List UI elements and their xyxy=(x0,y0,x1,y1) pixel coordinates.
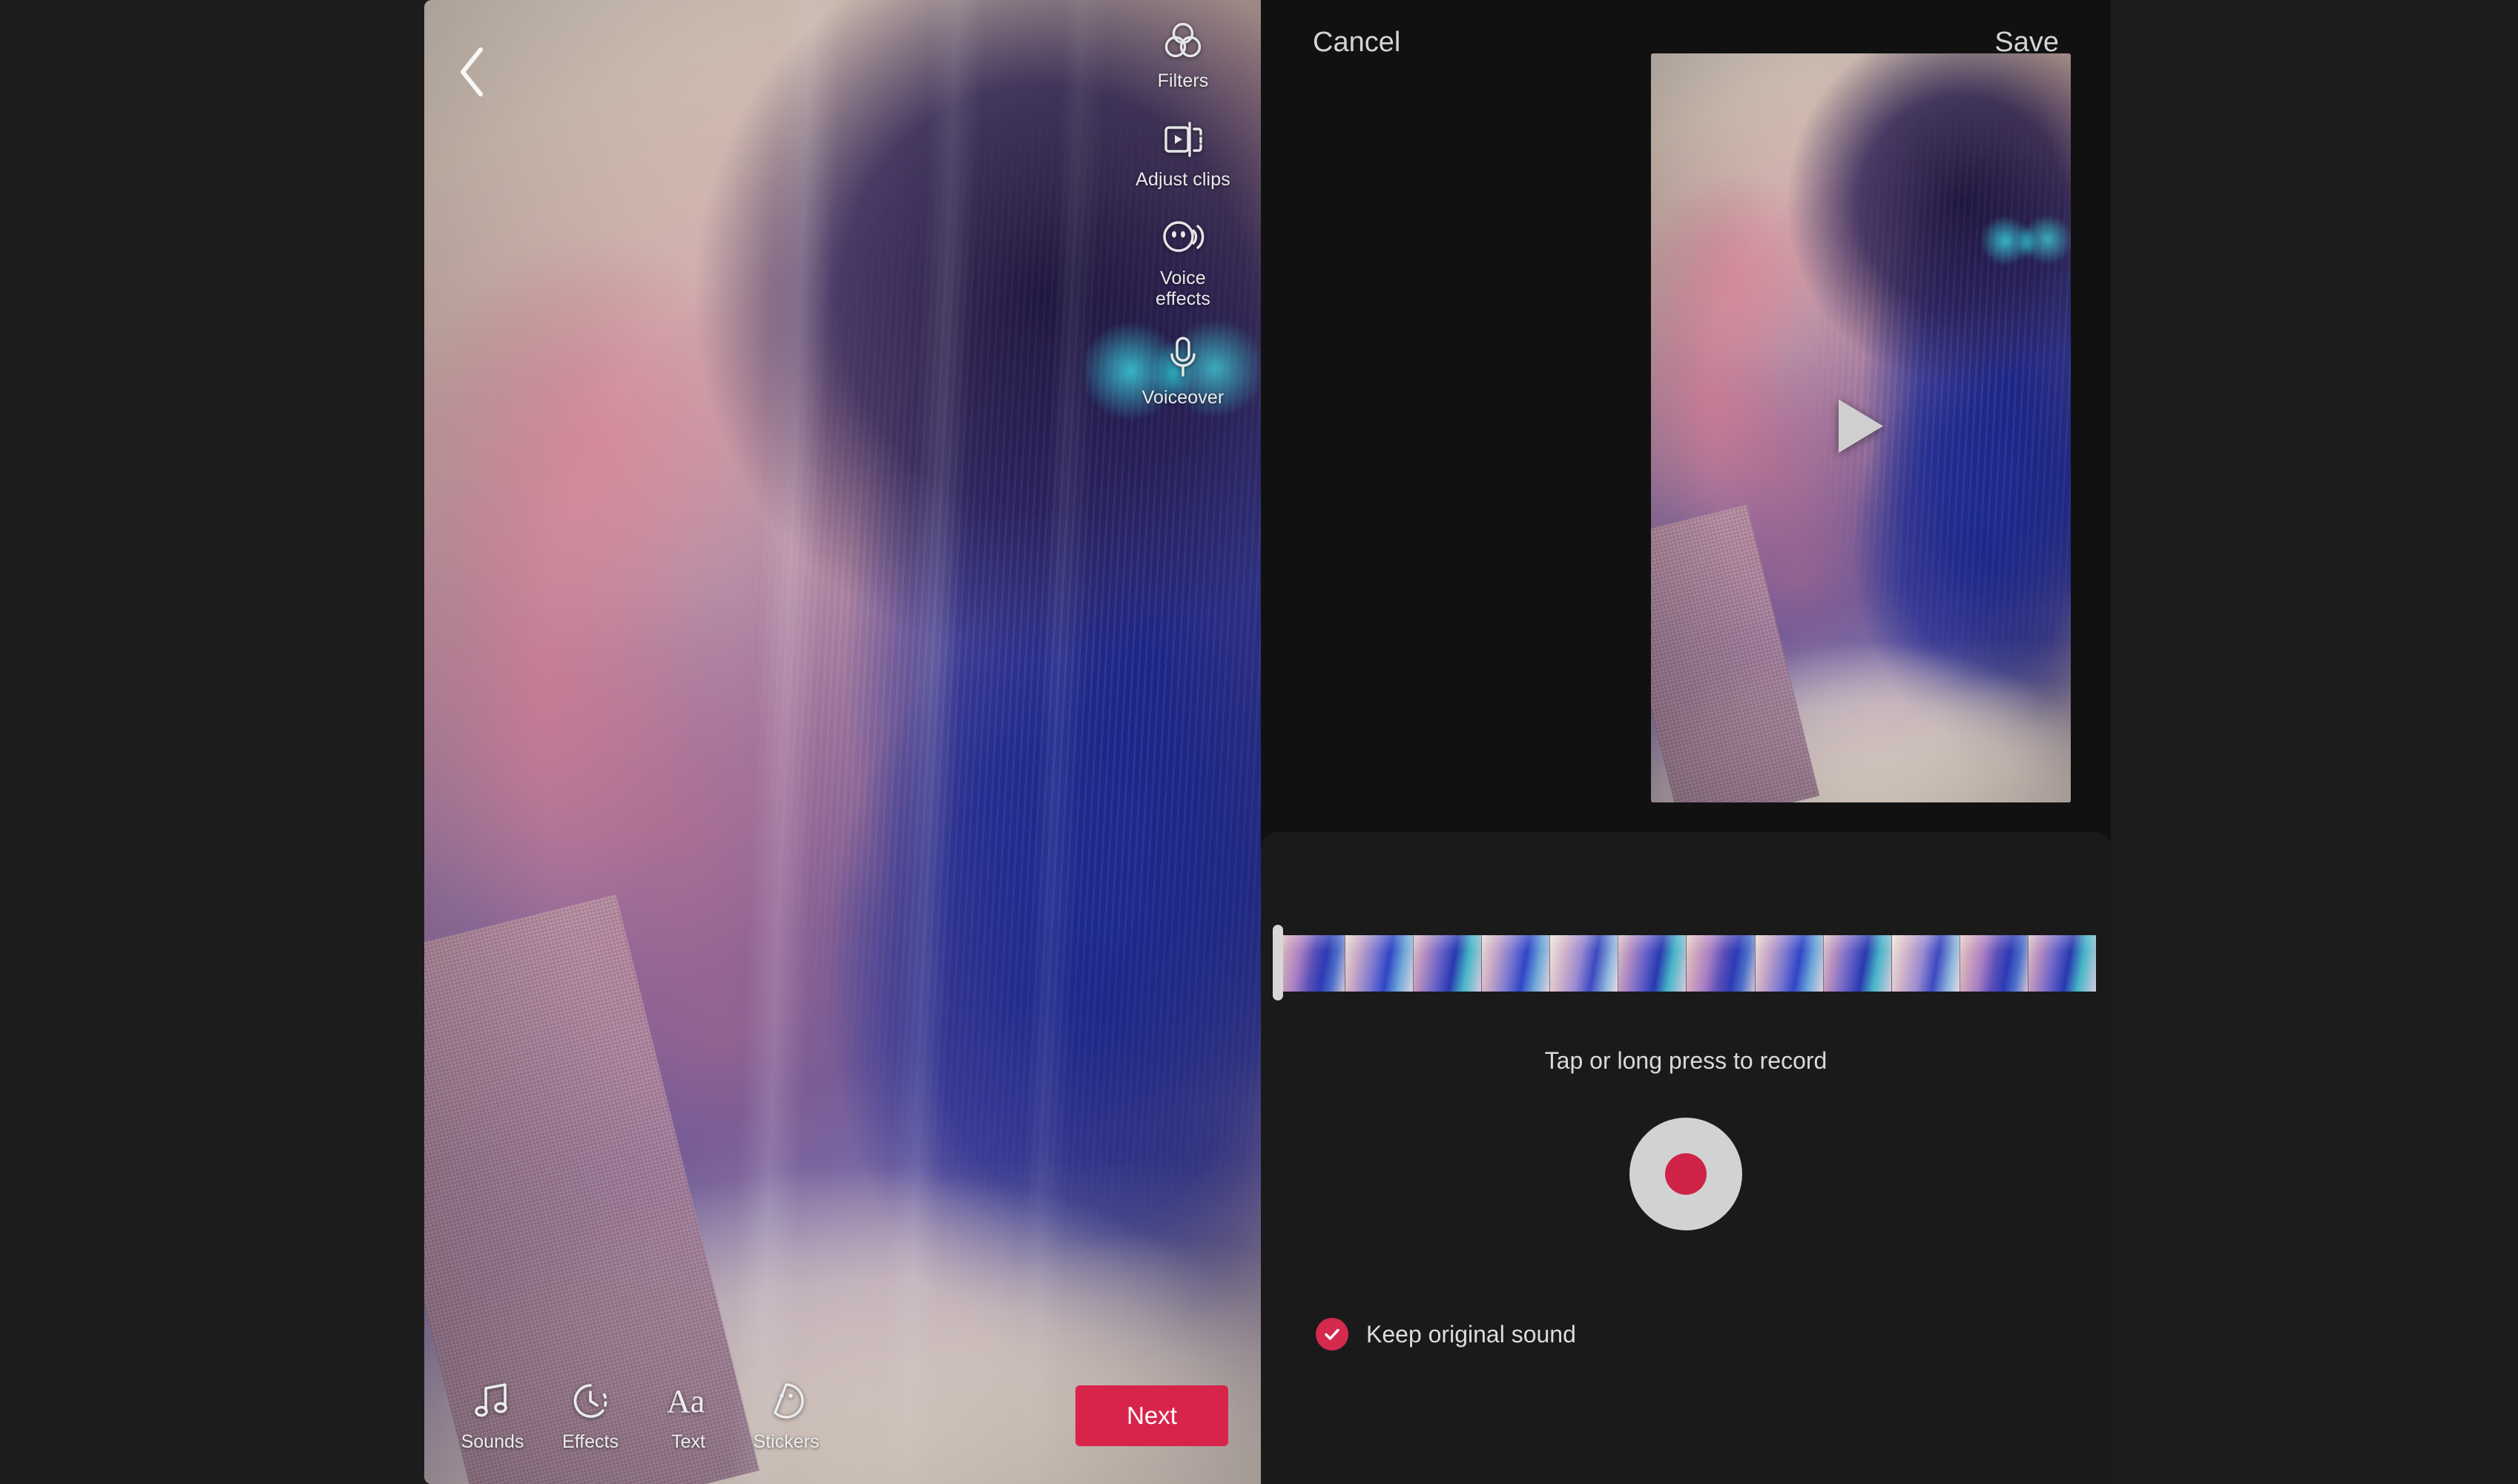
bottom-tool-stickers[interactable]: Stickers xyxy=(737,1379,835,1453)
video-editor-panel: Filters Adjust clips Voice effects Voice… xyxy=(424,0,1261,1484)
record-hint-text: Tap or long press to record xyxy=(1544,1047,1827,1074)
play-triangle-icon[interactable] xyxy=(1833,395,1889,461)
cancel-button[interactable]: Cancel xyxy=(1313,27,1400,59)
tool-filters[interactable]: Filters xyxy=(1116,18,1250,91)
svg-text:Aa: Aa xyxy=(667,1383,705,1419)
filmstrip-frame xyxy=(1345,935,1414,992)
filmstrip-frame xyxy=(1891,935,1960,992)
bottom-tool-sounds[interactable]: Sounds xyxy=(444,1379,541,1453)
timeline-filmstrip[interactable] xyxy=(1277,935,2096,992)
keep-original-sound-toggle[interactable]: Keep original sound xyxy=(1316,1318,1576,1351)
filters-circles-icon xyxy=(1160,18,1206,64)
voiceover-controls: Tap or long press to record Keep origina… xyxy=(1261,832,2111,1484)
timeline-playhead[interactable] xyxy=(1273,925,1283,1000)
voiceover-panel: Cancel Save Tap or long press to record … xyxy=(1261,0,2111,1484)
editor-bottom-toolbar: Sounds Effects Aa Text Stickers Next xyxy=(424,1364,1261,1468)
filmstrip-frame xyxy=(1414,935,1483,992)
tool-label: Filters xyxy=(1157,70,1209,91)
filmstrip-frame xyxy=(1960,935,2028,992)
bottom-tool-label: Stickers xyxy=(753,1431,820,1452)
next-button[interactable]: Next xyxy=(1075,1385,1228,1446)
tool-label: Adjust clips xyxy=(1136,169,1230,190)
bottom-tool-label: Sounds xyxy=(461,1431,524,1452)
filmstrip-frame xyxy=(1618,935,1687,992)
filmstrip-frame xyxy=(1687,935,1756,992)
back-button[interactable] xyxy=(439,39,506,105)
voice-effects-icon xyxy=(1160,215,1206,261)
filmstrip-frame xyxy=(1550,935,1619,992)
tool-voiceover[interactable]: Voiceover xyxy=(1116,334,1250,408)
tool-voice-effects[interactable]: Voice effects xyxy=(1116,215,1250,309)
bottom-tool-text[interactable]: Aa Text xyxy=(639,1379,737,1453)
text-aa-icon: Aa xyxy=(667,1379,710,1422)
sticker-face-icon xyxy=(765,1379,808,1422)
bottom-tool-label: Effects xyxy=(562,1431,619,1452)
record-dot-icon xyxy=(1665,1153,1707,1195)
adjust-clips-icon xyxy=(1160,116,1206,162)
tool-label: Voice effects xyxy=(1156,268,1210,309)
tool-adjust-clips[interactable]: Adjust clips xyxy=(1116,116,1250,190)
filmstrip-frame xyxy=(2028,935,2096,992)
timer-clock-icon xyxy=(569,1379,612,1422)
keep-original-sound-label: Keep original sound xyxy=(1366,1320,1576,1348)
timeline-row xyxy=(1261,917,2111,1008)
music-note-icon xyxy=(471,1379,514,1422)
record-button[interactable] xyxy=(1629,1118,1742,1230)
bottom-tool-label: Text xyxy=(671,1431,705,1452)
microphone-icon xyxy=(1160,334,1206,380)
filmstrip-frame xyxy=(1277,935,1346,992)
bottom-tool-effects[interactable]: Effects xyxy=(541,1379,639,1453)
editor-tool-rail: Filters Adjust clips Voice effects Voice… xyxy=(1113,18,1253,408)
check-icon xyxy=(1316,1318,1348,1351)
video-preview-wrapper xyxy=(1651,53,2071,802)
chevron-left-icon xyxy=(461,47,483,96)
voiceover-editor-screen: Filters Adjust clips Voice effects Voice… xyxy=(0,0,2518,1484)
filmstrip-frame xyxy=(1823,935,1892,992)
tool-label: Voiceover xyxy=(1141,387,1225,408)
video-preview[interactable] xyxy=(1651,53,2071,802)
filmstrip-frame xyxy=(1482,935,1551,992)
filmstrip-frame xyxy=(1755,935,1824,992)
